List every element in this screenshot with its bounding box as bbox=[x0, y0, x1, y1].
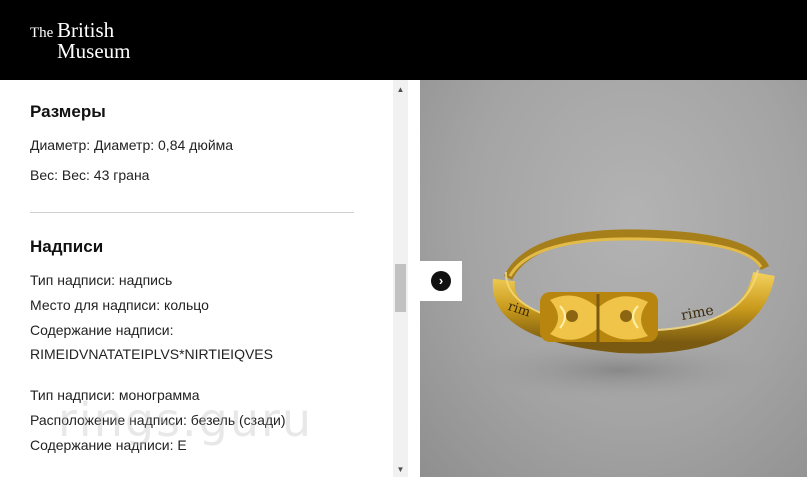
section-divider bbox=[30, 212, 354, 213]
scroll-up-icon[interactable]: ▲ bbox=[393, 82, 408, 97]
inscription-type-text: Тип надписи: надпись bbox=[30, 272, 173, 288]
next-image-button[interactable]: › bbox=[420, 261, 462, 301]
details-panel: Размеры Диаметр: Диаметр: 0,84 дюйма Вес… bbox=[0, 80, 393, 477]
scroll-thumb[interactable] bbox=[395, 264, 406, 312]
monogram-type-text: Тип надписи: монограмма bbox=[30, 387, 200, 403]
logo-british-text: British bbox=[57, 18, 115, 42]
inscription-content-value: RIMEIDVNATATEIPLVS*NIRTIEIQVES bbox=[30, 346, 273, 362]
diameter-text: Диаметр: Диаметр: 0,84 дюйма bbox=[30, 137, 234, 153]
panel-gutter bbox=[408, 80, 420, 477]
site-header: The British Museum bbox=[0, 0, 807, 80]
ring-photo: rim rime bbox=[420, 80, 807, 477]
dimensions-heading: Размеры bbox=[30, 102, 106, 121]
logo-the-text: The bbox=[30, 25, 54, 41]
inscription-content-label: Содержание надписи: bbox=[30, 322, 174, 338]
chevron-right-icon: › bbox=[431, 271, 451, 291]
scroll-down-icon[interactable]: ▼ bbox=[393, 462, 408, 477]
weight-text: Вес: Вес: 43 грана bbox=[30, 167, 150, 183]
inscriptions-heading: Надписи bbox=[30, 237, 104, 256]
logo-museum-text: Museum bbox=[57, 39, 131, 63]
monogram-content-text: Содержание надписи: Е bbox=[30, 437, 187, 453]
panel-scrollbar[interactable]: ▲ ▼ bbox=[393, 80, 408, 477]
inscription-position-text: Место для надписи: кольцо bbox=[30, 297, 209, 313]
monogram-position-text: Расположение надписи: безель (сзади) bbox=[30, 412, 286, 428]
british-museum-logo[interactable]: The British Museum bbox=[30, 20, 170, 68]
gold-ring-image: rim rime bbox=[470, 229, 775, 400]
